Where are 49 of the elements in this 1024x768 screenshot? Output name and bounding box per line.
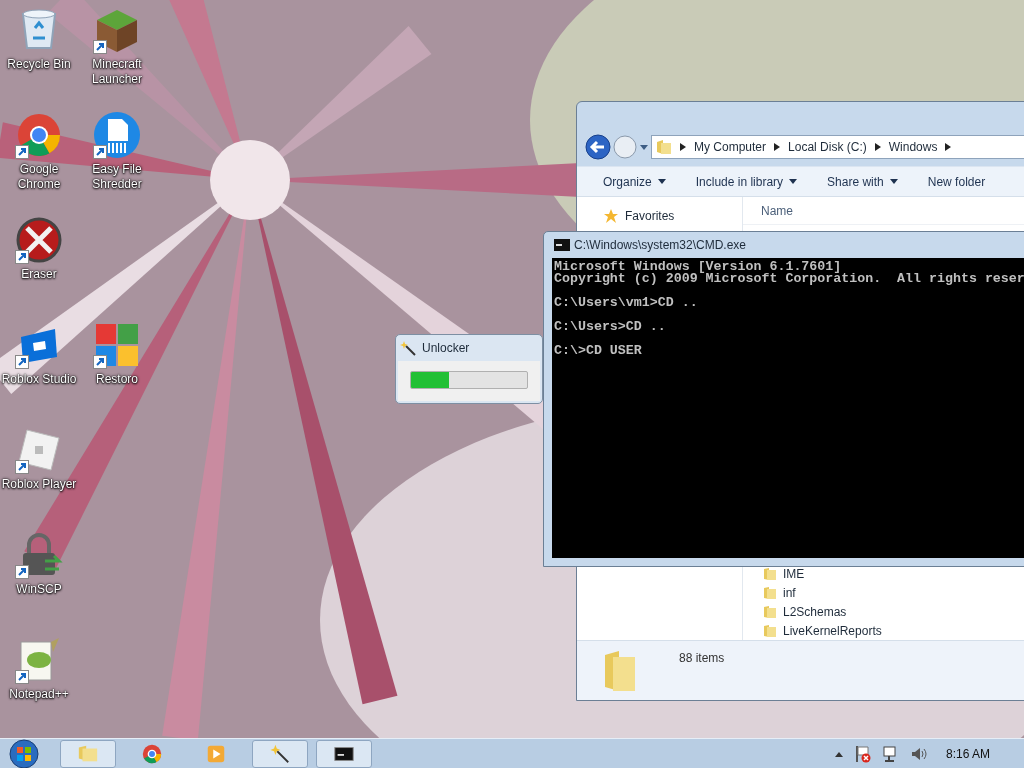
folder-icon: [763, 566, 777, 581]
toolbar-button[interactable]: Share with: [827, 172, 898, 191]
chrome-icon: [141, 742, 163, 765]
back-button[interactable]: [585, 134, 611, 160]
folder-icon: [763, 604, 777, 619]
console-line: Microsoft Windows [Version 6.1.7601]: [554, 261, 842, 273]
toolbar-button[interactable]: Include in library: [695, 172, 798, 191]
sidebar-item[interactable]: Favorites: [603, 207, 716, 225]
triangle-icon[interactable]: [945, 143, 952, 151]
folder-icon: [763, 585, 777, 600]
shield-tiles-icon[interactable]: [93, 321, 141, 369]
breadcrumb-item[interactable]: Local Disk (C:): [788, 138, 867, 156]
triangle-icon[interactable]: [774, 143, 781, 151]
breadcrumb-item[interactable]: Windows: [888, 138, 938, 156]
eraser-icon[interactable]: [15, 216, 63, 264]
console-line: C:\Users>CD ..: [554, 321, 667, 333]
breadcrumb-item[interactable]: My Computer: [694, 138, 767, 156]
column-header[interactable]: Name: [761, 201, 793, 220]
caret-icon: [789, 179, 798, 184]
address-bar[interactable]: My Computer Local Disk (C:) Windows: [651, 135, 1024, 159]
window-title: Unlocker: [422, 340, 470, 357]
folder-icon: [763, 623, 777, 638]
chrome-icon[interactable]: [15, 111, 63, 159]
console-line: C:\>CD USER: [554, 345, 643, 357]
folder-icon: [656, 139, 672, 155]
flag-icon[interactable]: [853, 744, 872, 763]
console-icon: [554, 239, 570, 251]
toolbar-button[interactable]: New folder: [927, 172, 986, 191]
window-title: C:\Windows\system32\CMD.exe: [574, 237, 747, 254]
taskbar-button[interactable]: [316, 739, 372, 768]
dropdown-caret-icon[interactable]: [639, 143, 649, 151]
file-row[interactable]: L2Schemas: [763, 602, 847, 621]
clock[interactable]: 8:16 AM: [945, 744, 990, 763]
console-line: C:\Users\vm1>CD ..: [554, 297, 699, 309]
star-icon: [603, 208, 619, 224]
triangle-icon[interactable]: [874, 143, 881, 151]
file-row[interactable]: LiveKernelReports: [763, 621, 882, 640]
caret-icon: [657, 179, 666, 184]
item-count: 88 items: [679, 650, 725, 667]
wand-icon: [269, 742, 291, 765]
file-row[interactable]: inf: [763, 583, 796, 602]
caret-icon: [889, 179, 898, 184]
triangle-icon[interactable]: [680, 143, 686, 151]
file-row[interactable]: IME: [763, 564, 805, 583]
toolbar-button[interactable]: Organize: [603, 172, 666, 191]
icon-label[interactable]: Easy File Shredder: [78, 162, 156, 192]
shredder-icon[interactable]: [93, 111, 141, 159]
wand-icon: [400, 340, 416, 356]
console-line: Copyright (c) 2009 Microsoft Corporation. All rights reser: [554, 273, 1024, 285]
